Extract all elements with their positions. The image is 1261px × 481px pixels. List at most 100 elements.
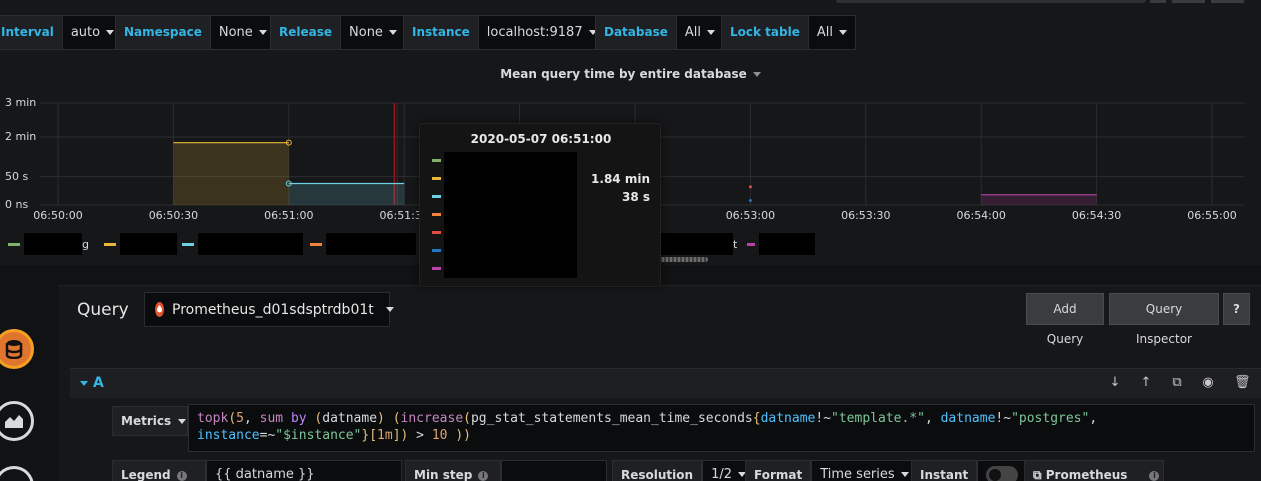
variable-select[interactable]: None (210, 15, 276, 50)
tooltip-swatch (432, 177, 441, 180)
datasource-name: Prometheus_d01sdsptrdb01t (172, 301, 374, 318)
redacted-block (444, 152, 577, 278)
collapse-icon (80, 380, 88, 386)
caret-down-icon (106, 30, 115, 35)
legend-item[interactable] (747, 232, 815, 256)
format-option: Format Time series (745, 460, 918, 481)
eye-icon[interactable]: ◉ (1201, 376, 1215, 390)
redacted-block (326, 233, 416, 255)
legend-swatch (104, 242, 116, 246)
legend-item[interactable] (310, 232, 416, 256)
tooltip-value: 1.84 min (591, 172, 650, 186)
variable-select[interactable]: None (341, 15, 406, 50)
series-area (288, 183, 405, 205)
variable-label: Namespace (115, 15, 211, 50)
trash-icon[interactable]: 🗑 (1234, 376, 1251, 390)
legend-swatch (182, 242, 194, 246)
tooltip-swatch (432, 195, 441, 198)
legend-item[interactable] (182, 232, 303, 256)
legend-swatch (8, 242, 20, 246)
redacted-block (759, 233, 815, 255)
caret-down-icon (258, 30, 267, 35)
query-title: Query (77, 300, 129, 320)
tooltip-value: 38 s (621, 190, 650, 204)
info-icon: i (478, 470, 489, 481)
variable-lock-table: Lock table All (721, 15, 856, 50)
query-ref-id: A (93, 375, 104, 391)
toolbar-button[interactable] (1211, 0, 1244, 3)
legend-label: Legend i (112, 460, 206, 481)
tooltip-swatch (432, 159, 441, 162)
legend-item[interactable]: t (658, 232, 737, 256)
time-picker-strip[interactable] (836, 0, 1146, 3)
chart-icon[interactable] (0, 401, 34, 441)
variable-label: Database (595, 15, 677, 50)
help-button[interactable]: ? (1223, 293, 1250, 325)
caret-down-icon (900, 472, 909, 477)
tooltip-swatch (432, 213, 441, 216)
legend-label-fragment: g (82, 237, 89, 251)
redacted-block (24, 233, 82, 255)
arrow-down-icon[interactable]: ↓ (1108, 376, 1122, 390)
variable-label: Release (270, 15, 342, 50)
legend-option: Legend i {{ datname }} (112, 460, 402, 481)
legend-format-input[interactable]: {{ datname }} (206, 460, 402, 481)
resolution-option: Resolution 1/2 (612, 460, 755, 481)
series-point (748, 185, 752, 189)
add-query-button[interactable]: Add Query (1026, 293, 1104, 346)
query-inspector-button[interactable]: Query Inspector (1109, 293, 1219, 346)
format-select[interactable]: Time series (811, 460, 918, 481)
tooltip-swatch (432, 267, 441, 270)
redacted-block (658, 233, 733, 255)
min-step-input[interactable] (501, 460, 607, 481)
datasource-picker[interactable]: Prometheus_d01sdsptrdb01t (144, 292, 394, 327)
caret-down-icon (178, 419, 187, 424)
variable-database: Database All (595, 15, 724, 50)
redacted-block (120, 233, 177, 255)
database-icon[interactable] (0, 329, 34, 369)
variable-select[interactable]: All (808, 15, 856, 50)
instant-option: Instant (911, 460, 1038, 481)
variable-instance: Instance localhost:9187 (403, 15, 606, 50)
toolbar-button[interactable] (1172, 0, 1205, 3)
instant-label: Instant (911, 460, 978, 481)
tooltip-swatch (432, 249, 441, 252)
prometheus-link-option: ⧉ Prometheus i (1024, 460, 1164, 481)
arrow-up-icon[interactable]: ↑ (1139, 376, 1153, 390)
caret-down-icon (388, 30, 397, 35)
variable-namespace: Namespace None (115, 15, 276, 50)
legend-swatch (747, 242, 755, 246)
copy-icon[interactable]: ⧉ (1170, 376, 1184, 390)
legend-item[interactable] (104, 232, 177, 256)
legend-label-fragment: t (733, 237, 738, 251)
variable-label: Interval (0, 15, 63, 50)
variable-select[interactable]: localhost:9187 (478, 15, 606, 50)
prometheus-icon (155, 302, 164, 317)
info-icon: i (1149, 470, 1160, 481)
settings-icon[interactable] (0, 466, 34, 481)
redacted-block (198, 233, 303, 255)
variable-release: Release None (270, 15, 406, 50)
caret-down-icon (707, 30, 715, 35)
tooltip-swatch (432, 231, 441, 234)
instant-toggle[interactable] (986, 466, 1019, 481)
query-ref-toggle[interactable]: A (80, 375, 104, 391)
min-step-label: Min step i (405, 460, 501, 481)
variable-select[interactable]: All (676, 15, 724, 50)
legend-scrollbar[interactable] (658, 257, 708, 262)
prometheus-link[interactable]: ⧉ Prometheus i (1024, 460, 1164, 481)
series-area (981, 194, 1097, 205)
legend-item[interactable]: g (8, 232, 89, 256)
series-area (173, 142, 289, 205)
metrics-button[interactable]: Metrics (112, 406, 188, 436)
graph-tooltip: 2020-05-07 06:51:00 1.84 min 38 s (419, 123, 661, 287)
resolution-label: Resolution (612, 460, 703, 481)
variables-bar: Interval auto Namespace None Release Non… (0, 0, 1261, 62)
query-expression-input[interactable]: topk(5, sum by (datname) (increase(pg_st… (188, 404, 1255, 452)
series-point (748, 198, 752, 202)
caret-down-icon (838, 30, 847, 35)
variable-label: Instance (403, 15, 479, 50)
format-label: Format (745, 460, 812, 481)
toolbar-button[interactable] (1150, 0, 1166, 3)
external-link-icon: ⧉ (1033, 468, 1046, 481)
